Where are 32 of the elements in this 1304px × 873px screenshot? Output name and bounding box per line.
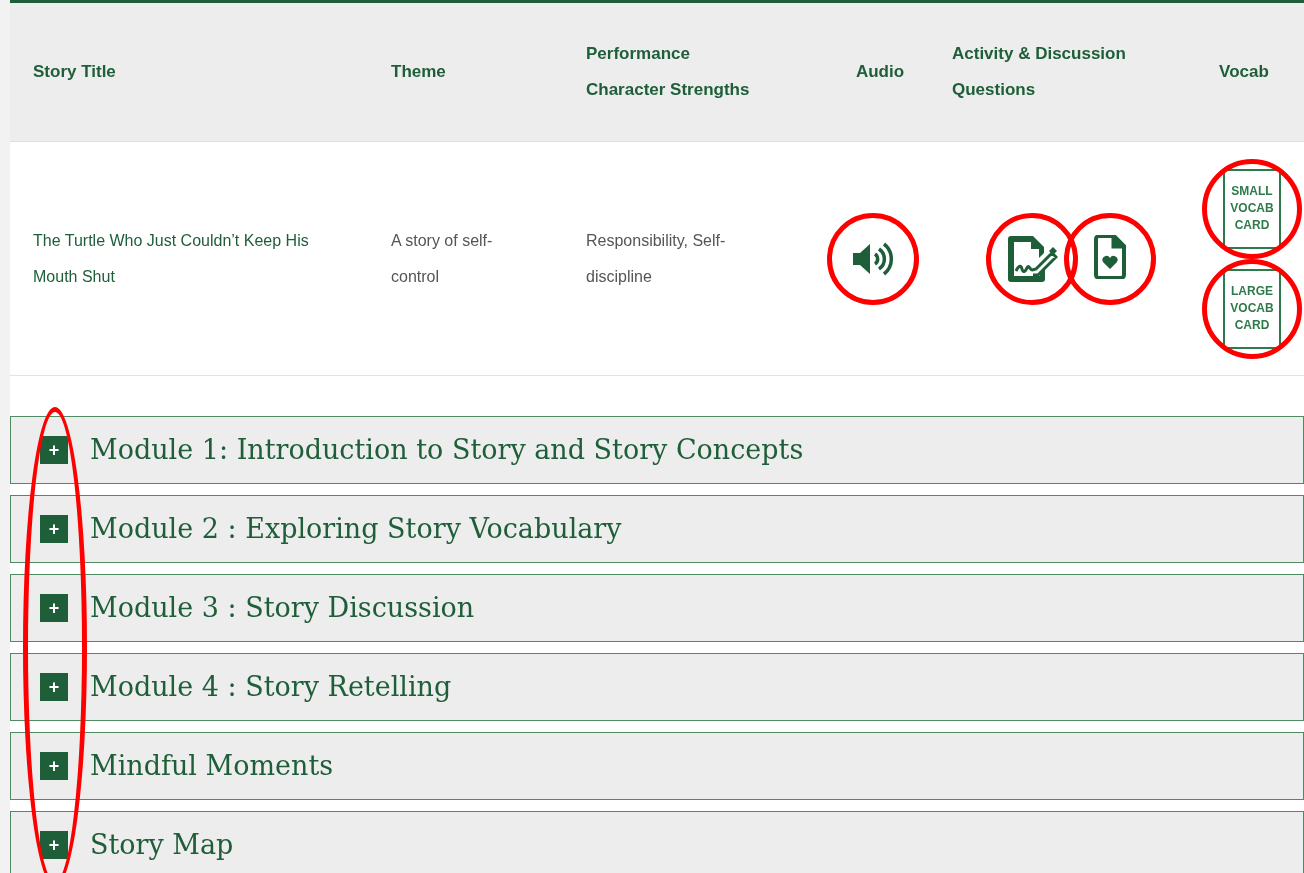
- heart-document-icon[interactable]: [1094, 234, 1126, 279]
- column-header: Theme: [391, 61, 446, 83]
- vocab-card-link[interactable]: SMALL VOCAB CARD: [1223, 168, 1281, 249]
- expand-toggle[interactable]: +: [40, 594, 68, 622]
- accordion-item[interactable]: + Story Map: [10, 811, 1304, 873]
- accordion-item[interactable]: + Module 2 : Exploring Story Vocabulary: [10, 495, 1304, 563]
- signed-document-icon[interactable]: [1006, 234, 1058, 283]
- module-title: Mindful Moments: [90, 748, 334, 783]
- module-title: Module 2 : Exploring Story Vocabulary: [90, 511, 622, 546]
- column-header: Vocab: [1219, 61, 1269, 83]
- module-title: Module 3 : Story Discussion: [90, 590, 475, 625]
- column-header: Audio: [855, 61, 905, 83]
- module-title: Story Map: [90, 827, 234, 862]
- column-header: Activity & Discussion Questions: [952, 43, 1127, 101]
- accordion-item[interactable]: + Module 1: Introduction to Story and Story Concepts: [10, 416, 1304, 484]
- expand-toggle[interactable]: +: [40, 673, 68, 701]
- accordion-item[interactable]: + Module 4 : Story Retelling: [10, 653, 1304, 721]
- module-title: Module 4 : Story Retelling: [90, 669, 452, 704]
- strengths-text: Responsibility, Self-discipline: [586, 230, 727, 287]
- vocab-card-link[interactable]: LARGE VOCAB CARD: [1223, 268, 1281, 349]
- column-header: Performance Character Strengths: [586, 43, 751, 101]
- story-title-link[interactable]: The Turtle Who Just Couldn’t Keep His Mouth Shut: [33, 222, 341, 295]
- speaker-icon[interactable]: [852, 241, 894, 276]
- theme-text: A story of self-control: [391, 230, 494, 287]
- expand-toggle[interactable]: +: [40, 831, 68, 859]
- module-title: Module 1: Introduction to Story and Story Concepts: [90, 432, 804, 467]
- accordion-item[interactable]: + Module 3 : Story Discussion: [10, 574, 1304, 642]
- column-header: Story Title: [33, 61, 116, 83]
- expand-toggle[interactable]: +: [40, 515, 68, 543]
- expand-toggle[interactable]: +: [40, 752, 68, 780]
- expand-toggle[interactable]: +: [40, 436, 68, 464]
- accordion-item[interactable]: + Mindful Moments: [10, 732, 1304, 800]
